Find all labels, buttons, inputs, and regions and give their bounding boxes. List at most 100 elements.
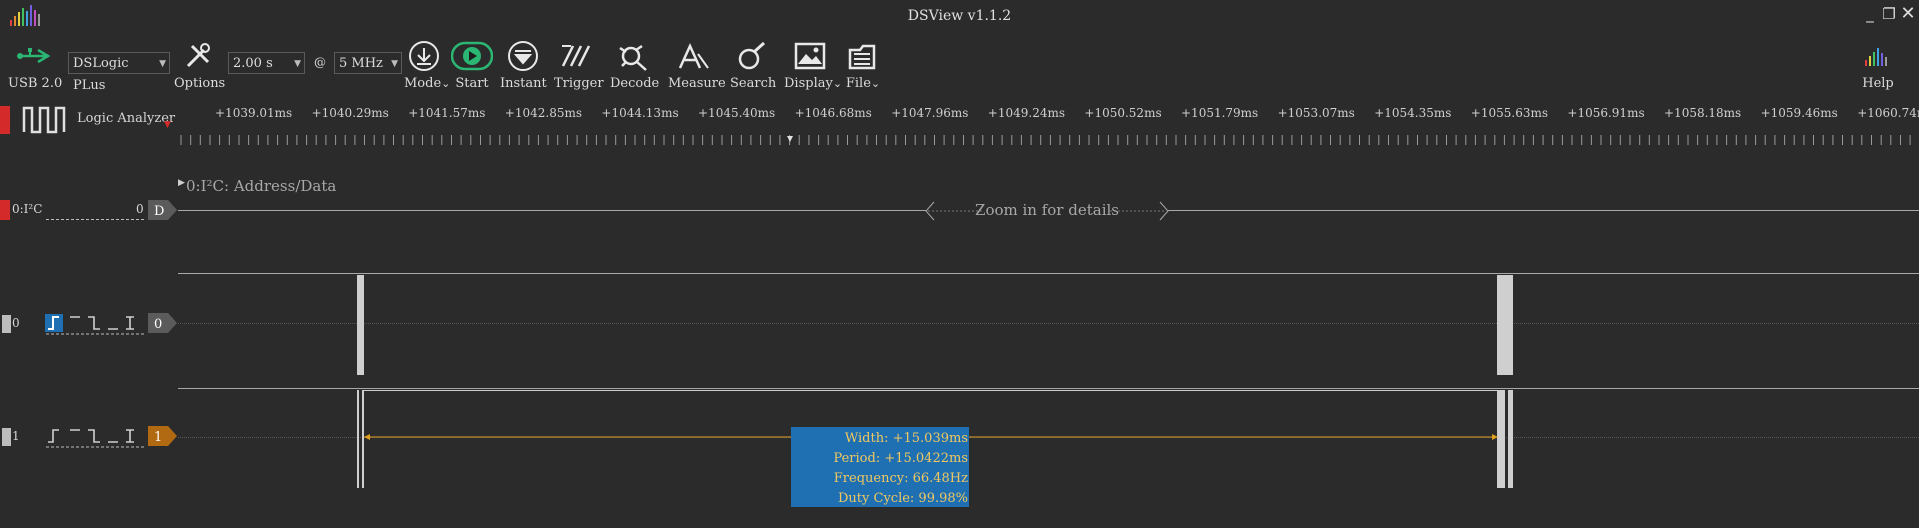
mode-color-bar	[0, 106, 10, 134]
chevron-down-icon: ▼	[159, 59, 166, 69]
help-logo-icon	[1865, 48, 1887, 66]
restore-button[interactable]: ❐	[1881, 6, 1897, 22]
ruler-tick-label: +1051.79ms	[1181, 106, 1259, 120]
search-button[interactable]: Search	[730, 40, 777, 91]
channel-1-trigger-selector[interactable]	[44, 426, 146, 448]
download-icon	[409, 41, 439, 71]
trigger-label: Trigger	[554, 76, 604, 91]
channel-1-color-bar	[2, 428, 11, 446]
help-button[interactable]: Help	[1858, 40, 1898, 91]
ruler-ticks	[180, 135, 1911, 145]
trigger-button[interactable]: Trigger	[554, 40, 604, 91]
chevron-down-icon: ⌄	[870, 77, 881, 90]
channel-1-edge	[357, 390, 359, 488]
measure-frequency: Frequency: 66.48Hz	[833, 471, 968, 486]
search-icon	[738, 41, 766, 70]
channel-1-edge	[1508, 390, 1513, 488]
instant-button[interactable]: Instant	[500, 40, 547, 91]
decode-icon	[619, 44, 647, 71]
measure-period: Period: +15.0422ms	[833, 451, 968, 466]
ruler-tick-label: +1049.24ms	[987, 106, 1066, 120]
device-select[interactable]: DSLogic PLus ▼	[68, 52, 170, 93]
channel-0-tag[interactable]: 0	[148, 313, 178, 333]
expand-triangle-icon[interactable]: ▶	[178, 178, 185, 188]
decoder-channel-label[interactable]: 0:I²C	[12, 202, 42, 216]
ruler-tick-label: +1058.18ms	[1664, 106, 1742, 120]
instant-label: Instant	[500, 76, 547, 91]
decoder-row-title: 0:I²C: Address/Data	[186, 177, 337, 195]
ruler-tick-label: +1039.01ms	[215, 106, 293, 120]
file-button[interactable]: File⌄	[844, 40, 882, 91]
channel-0-tag-text: 0	[154, 317, 162, 332]
ruler-tick-label: +1054.35ms	[1374, 106, 1452, 120]
duration-select[interactable]: 2.00 s ▼	[228, 52, 305, 74]
samplerate-value: 5 MHz	[339, 56, 383, 71]
title-bar: DSView v1.1.2 _ ❐ ✕	[0, 0, 1919, 34]
measure-duty: Duty Cycle: 99.98%	[838, 491, 968, 506]
samplerate-select[interactable]: 5 MHz ▼	[334, 52, 402, 74]
channel-1-tag[interactable]: 1	[148, 426, 178, 446]
play-icon	[451, 41, 493, 71]
mode-dropdown-icon[interactable]: ▼	[164, 120, 171, 130]
ruler-tick-label: +1050.52ms	[1084, 106, 1162, 120]
channel-1-name[interactable]: 1	[12, 429, 20, 443]
decoder-tag[interactable]: D	[148, 200, 178, 220]
decode-label: Decode	[610, 76, 660, 91]
usb-status: USB 2.0	[8, 40, 63, 91]
chevron-down-icon: ⌄	[441, 77, 451, 90]
trigger-icon	[561, 45, 591, 67]
options-button[interactable]: Options	[174, 40, 226, 91]
mode-label[interactable]: Logic Analyzer	[77, 111, 175, 126]
instant-icon	[508, 41, 538, 71]
close-button[interactable]: ✕	[1900, 5, 1916, 23]
display-button[interactable]: Display⌄	[784, 40, 843, 91]
options-label: Options	[174, 76, 226, 91]
ruler-tick-label: +1040.29ms	[311, 106, 389, 120]
ruler-tick-label: +1056.91ms	[1567, 106, 1645, 120]
file-label: File⌄	[845, 76, 881, 91]
start-button[interactable]: Start	[450, 40, 494, 91]
channel-1-high-level	[364, 390, 1497, 391]
chevron-down-icon: ⌄	[832, 77, 843, 90]
zoom-hint: Zoom in for details	[975, 201, 1119, 219]
ruler-tick-label: +1059.46ms	[1760, 106, 1838, 120]
measure-width: Width: +15.039ms	[844, 431, 968, 446]
display-label: Display⌄	[784, 76, 843, 91]
channel-0-top-border	[178, 273, 1919, 274]
ruler-tick-label: +1053.07ms	[1277, 106, 1355, 120]
decoder-color-bar	[0, 200, 10, 220]
usb-icon	[17, 48, 51, 64]
logic-waveform-icon	[22, 106, 66, 134]
mode-button[interactable]: Mode⌄	[404, 40, 451, 91]
ruler-tick-label: +1060.74ms	[1857, 106, 1919, 120]
channel-0-baseline	[178, 323, 1919, 324]
decode-button[interactable]: Decode	[610, 40, 660, 91]
window-title: DSView v1.1.2	[907, 8, 1012, 24]
decoder-value: 0	[136, 202, 144, 216]
mode-label: Mode⌄	[404, 76, 451, 91]
channel-0-name[interactable]: 0	[12, 316, 20, 330]
channel-0-trigger-selector[interactable]	[44, 313, 146, 335]
channel-0-pulse	[357, 275, 364, 375]
start-label: Start	[455, 76, 489, 91]
ruler-tick-label: +1044.13ms	[601, 106, 679, 120]
channel-1-top-border	[178, 388, 1919, 389]
channel-0-pulse	[1497, 275, 1513, 375]
ruler-tick-label: +1047.96ms	[891, 106, 969, 120]
decoder-line-right	[1168, 210, 1919, 211]
search-label: Search	[730, 76, 777, 91]
measure-button[interactable]: Measure	[668, 40, 726, 91]
decoder-line-left	[178, 210, 926, 211]
channel-1-tag-text: 1	[154, 430, 162, 445]
help-label: Help	[1862, 76, 1894, 91]
chevron-down-icon: ▼	[391, 59, 398, 69]
ruler-tick-label: +1041.57ms	[408, 106, 486, 120]
folder-icon	[848, 44, 876, 70]
wrench-icon	[186, 43, 210, 68]
chevron-down-icon: ▼	[294, 59, 301, 69]
minimize-button[interactable]: _	[1862, 6, 1878, 22]
at-symbol: @	[314, 55, 326, 69]
channel-0-color-bar	[2, 315, 11, 333]
usb-label: USB 2.0	[8, 76, 63, 91]
ruler-tick-label: +1042.85ms	[504, 106, 583, 120]
